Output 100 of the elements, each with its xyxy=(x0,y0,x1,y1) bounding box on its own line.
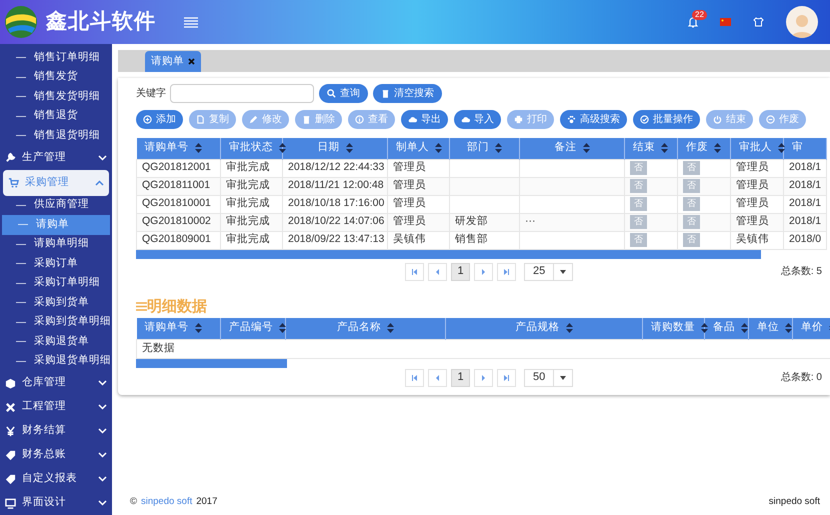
sidebar-item[interactable]: 采购到货单明细 xyxy=(0,312,112,332)
menu-icon[interactable] xyxy=(184,16,198,28)
sort-icon[interactable] xyxy=(194,143,202,154)
bell-icon[interactable] xyxy=(688,16,698,28)
next-page-button[interactable] xyxy=(474,368,493,386)
sidebar-group[interactable]: 生产管理 xyxy=(0,146,112,170)
notification-badge: 22 xyxy=(692,10,707,20)
last-page-button[interactable] xyxy=(497,262,516,280)
column-header[interactable]: 制单人 xyxy=(388,138,450,159)
page-tab[interactable]: 请购单 xyxy=(145,51,201,72)
tag-icon xyxy=(5,450,16,460)
toolbar-button[interactable]: 添加 xyxy=(136,110,183,129)
column-header[interactable]: 审 xyxy=(784,138,826,159)
sidebar-item[interactable]: 销售退货明细 xyxy=(0,126,112,146)
toolbar-button[interactable]: 导入 xyxy=(454,110,501,129)
sort-icon[interactable] xyxy=(566,323,572,334)
sort-icon[interactable] xyxy=(194,323,202,334)
avatar[interactable] xyxy=(786,6,818,38)
sidebar-group[interactable]: 自定义报表 xyxy=(0,467,112,491)
table-cell: 管理员 xyxy=(736,197,769,210)
triangle-right-icon xyxy=(481,374,486,380)
sidebar-group[interactable]: 财务总账 xyxy=(0,443,112,467)
column-header[interactable]: 日期 xyxy=(282,138,388,159)
sort-icon[interactable] xyxy=(495,143,502,154)
page-size-select[interactable]: 50 xyxy=(524,368,574,386)
table-cell: ··· xyxy=(525,215,536,228)
triangle-right-icon xyxy=(481,268,486,274)
sidebar-item[interactable]: 销售退货 xyxy=(0,106,112,126)
column-header[interactable]: 单价 xyxy=(792,318,830,339)
yen-icon xyxy=(5,426,16,436)
list-lines-icon xyxy=(136,302,147,312)
sidebar-group[interactable]: 工程管理 xyxy=(0,395,112,419)
sidebar-item[interactable]: 销售发货明细 xyxy=(0,87,112,106)
keyword-input[interactable] xyxy=(170,84,314,103)
column-header[interactable]: 部门 xyxy=(450,138,520,159)
table-cell: QG201809001 xyxy=(142,233,211,246)
column-header[interactable]: 单位 xyxy=(748,318,792,339)
column-header[interactable]: 产品名称 xyxy=(286,318,446,339)
sidebar-item[interactable]: 采购订单明细 xyxy=(0,274,112,293)
previous-page-button[interactable] xyxy=(428,368,447,386)
column-header[interactable]: 备品 xyxy=(704,318,748,339)
sidebar-item[interactable]: 采购退货单明细 xyxy=(0,352,112,371)
column-header[interactable]: 备注 xyxy=(520,138,624,159)
sidebar-item[interactable]: 销售订单明细 xyxy=(0,48,112,68)
search-button[interactable]: 清空搜索 xyxy=(373,84,442,103)
column-header[interactable]: 审批人 xyxy=(730,138,784,159)
sidebar-group[interactable]: 采购管理 xyxy=(3,170,109,196)
toolbar-button[interactable]: 导出 xyxy=(401,110,448,129)
shirt-icon[interactable] xyxy=(753,17,764,27)
first-page-button[interactable] xyxy=(405,368,424,386)
current-page[interactable]: 1 xyxy=(451,368,470,386)
sort-icon[interactable] xyxy=(387,323,394,334)
first-page-button[interactable] xyxy=(405,262,424,280)
sort-icon[interactable] xyxy=(279,143,286,154)
status-tag: 否 xyxy=(630,161,647,175)
info-icon xyxy=(355,115,364,124)
table-cell: 2018/0 xyxy=(789,233,822,246)
status-tag: 否 xyxy=(630,215,647,229)
sidebar-item[interactable]: 供应商管理 xyxy=(0,196,112,215)
sidebar-item[interactable]: 采购订单 xyxy=(0,254,112,274)
company-link[interactable]: sinpedo soft xyxy=(141,494,192,509)
sort-icon[interactable] xyxy=(435,143,442,154)
chevron-down-icon xyxy=(98,404,107,410)
next-page-button[interactable] xyxy=(474,262,493,280)
sidebar-group[interactable]: 财务结算 xyxy=(0,419,112,443)
sort-icon[interactable] xyxy=(346,143,352,154)
cube-icon xyxy=(5,378,16,388)
chevron-down-icon xyxy=(98,154,107,160)
sidebar-item[interactable]: 采购退货单 xyxy=(0,332,112,352)
plus-circle-icon xyxy=(143,115,152,124)
sort-icon[interactable] xyxy=(701,323,708,334)
column-header[interactable]: 作废 xyxy=(678,138,730,159)
previous-page-button[interactable] xyxy=(428,262,447,280)
toolbar-button[interactable]: 批量操作 xyxy=(633,110,700,129)
table-cell: 吴镇伟 xyxy=(393,233,426,246)
table-cell: QG201810002 xyxy=(142,215,211,228)
sidebar-item[interactable]: 请购单 xyxy=(2,215,110,234)
column-header[interactable]: 请购单号 xyxy=(136,138,220,159)
page-size-select[interactable]: 25 xyxy=(524,262,574,280)
column-header[interactable]: 产品编号 xyxy=(220,318,286,339)
sidebar-group[interactable]: 界面设计 xyxy=(0,491,112,515)
flag-icon[interactable] xyxy=(720,18,731,26)
close-icon[interactable] xyxy=(188,58,195,65)
column-header[interactable]: 产品规格 xyxy=(446,318,642,339)
toolbar-button[interactable]: 高级搜索 xyxy=(560,110,627,129)
table-cell: 管理员 xyxy=(393,197,426,210)
column-header[interactable]: 结束 xyxy=(624,138,678,159)
triangle-left-icon xyxy=(435,268,440,274)
sort-icon[interactable] xyxy=(714,143,721,154)
column-header[interactable]: 请购单号 xyxy=(136,318,220,339)
status-tag: 否 xyxy=(683,197,700,211)
current-page[interactable]: 1 xyxy=(451,262,470,280)
sidebar-item[interactable]: 采购到货单 xyxy=(0,293,112,312)
sidebar-group[interactable]: 仓库管理 xyxy=(0,371,112,395)
sort-icon[interactable] xyxy=(661,143,668,154)
sort-icon[interactable] xyxy=(582,143,590,154)
sidebar-item[interactable]: 销售发货 xyxy=(0,68,112,87)
last-page-button[interactable] xyxy=(497,368,516,386)
search-button[interactable]: 查询 xyxy=(319,84,368,103)
sidebar-item[interactable]: 请购单明细 xyxy=(0,234,112,254)
